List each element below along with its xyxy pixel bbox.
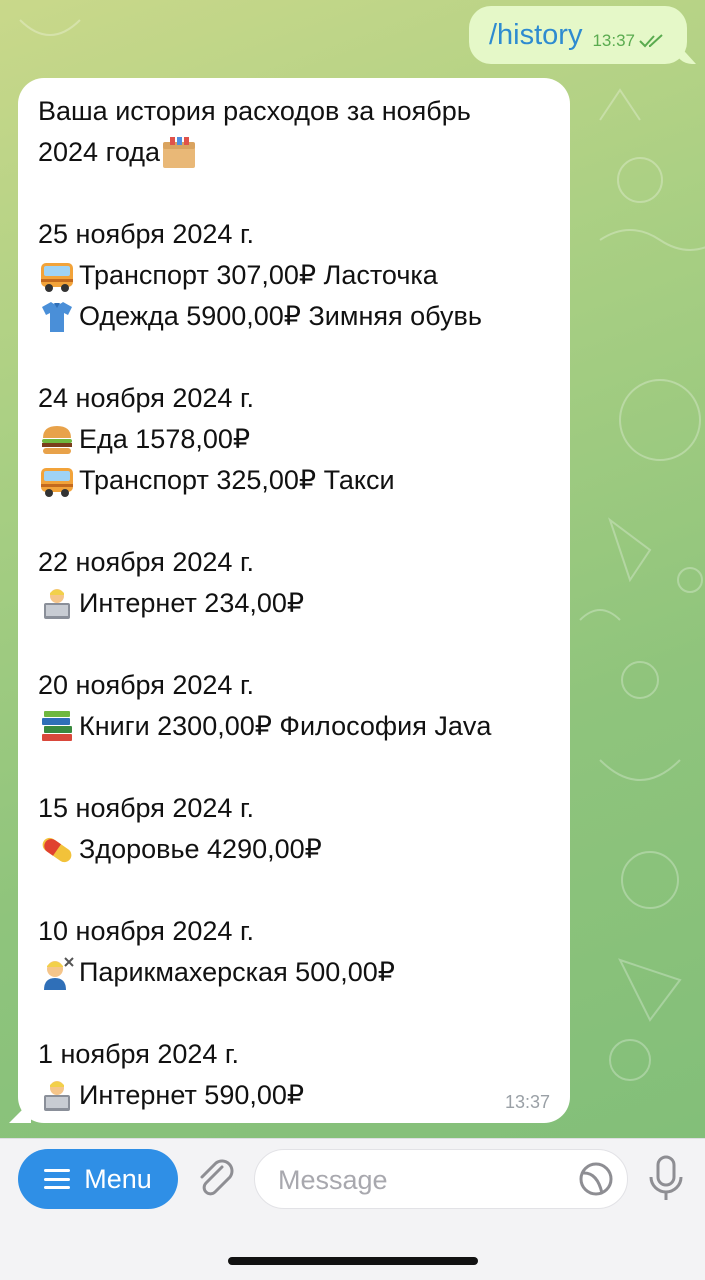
bus-icon (38, 462, 76, 500)
incoming-time: 13:37 (504, 1092, 550, 1112)
expense-item-text: Здоровье 4290,00₽ (79, 834, 322, 864)
attach-icon[interactable] (192, 1155, 240, 1203)
day-spacer (38, 870, 552, 911)
outgoing-time: 13:37 (592, 31, 635, 50)
expense-item-text: Парикмахерская 500,00₽ (79, 957, 395, 987)
day-spacer (38, 993, 552, 1034)
microphone-icon[interactable] (644, 1153, 688, 1205)
home-indicator (228, 1257, 478, 1265)
expense-item: Интернет 234,00₽ (38, 583, 552, 624)
expense-item: Книги 2300,00₽ Философия Java (38, 706, 552, 747)
day-spacer (38, 624, 552, 665)
expense-date: 24 ноября 2024 г. (38, 383, 254, 413)
menu-button-label: Menu (84, 1163, 152, 1194)
history-title-line2: 2024 года (38, 132, 552, 173)
burger-icon (38, 421, 76, 459)
expense-item-text: Транспорт 325,00₽ Такси (79, 465, 395, 495)
expense-item: Интернет 590,00₽ (38, 1075, 552, 1116)
history-title-year: 2024 года (38, 137, 161, 167)
laptop-person-icon (38, 1077, 76, 1115)
expense-date: 22 ноября 2024 г. (38, 547, 254, 577)
expense-item-text: Интернет 590,00₽ (79, 1080, 305, 1110)
expense-date: 25 ноября 2024 г. (38, 219, 254, 249)
incoming-message-bubble[interactable]: Ваша история расходов за ноябрь 2024 год… (18, 78, 570, 1123)
expense-item: Здоровье 4290,00₽ (38, 829, 552, 870)
expense-date: 15 ноября 2024 г. (38, 793, 254, 823)
expense-item: Одежда 5900,00₽ Зимняя обувь (38, 296, 552, 337)
expense-item: Транспорт 307,00₽ Ласточка (38, 255, 552, 296)
books-icon (38, 708, 76, 746)
history-command-text[interactable]: /history (489, 19, 582, 52)
outgoing-message-bubble[interactable]: /history 13:37 (468, 6, 687, 64)
day-spacer (38, 501, 552, 542)
expense-days-list: 25 ноября 2024 г. Транспорт 307,00₽ Ласто… (38, 173, 552, 1116)
message-placeholder: Message (278, 1165, 388, 1195)
day-spacer (38, 337, 552, 378)
menu-button[interactable]: Menu (18, 1149, 178, 1209)
day-spacer (38, 747, 552, 788)
sticker-icon[interactable] (577, 1160, 615, 1198)
message-meta: 13:37 (592, 31, 665, 51)
shirt-icon (38, 298, 76, 336)
expense-date: 1 ноября 2024 г. (38, 1039, 239, 1069)
expense-item: Парикмахерская 500,00₽ (38, 952, 552, 993)
expense-item: Транспорт 325,00₽ Такси (38, 460, 552, 501)
expense-date: 20 ноября 2024 г. (38, 670, 254, 700)
expense-item: Еда 1578,00₽ (38, 419, 552, 460)
history-title-line1: Ваша история расходов за ноябрь (38, 96, 471, 126)
expense-item-text: Книги 2300,00₽ Философия Java (79, 711, 492, 741)
double-check-icon (639, 34, 663, 48)
message-input[interactable]: Message (254, 1149, 628, 1209)
expense-item-text: Транспорт 307,00₽ Ласточка (79, 260, 438, 290)
pill-icon (38, 831, 76, 869)
expense-date: 10 ноября 2024 г. (38, 916, 254, 946)
expense-item-text: Одежда 5900,00₽ Зимняя обувь (79, 301, 482, 331)
haircut-icon (38, 954, 76, 992)
bus-icon (38, 257, 76, 295)
hamburger-icon (44, 1169, 71, 1189)
day-spacer (38, 173, 552, 214)
box-icon (163, 136, 196, 168)
expense-item-text: Еда 1578,00₽ (79, 424, 251, 454)
expense-item-text: Интернет 234,00₽ (79, 588, 305, 618)
laptop-person-icon (38, 585, 76, 623)
